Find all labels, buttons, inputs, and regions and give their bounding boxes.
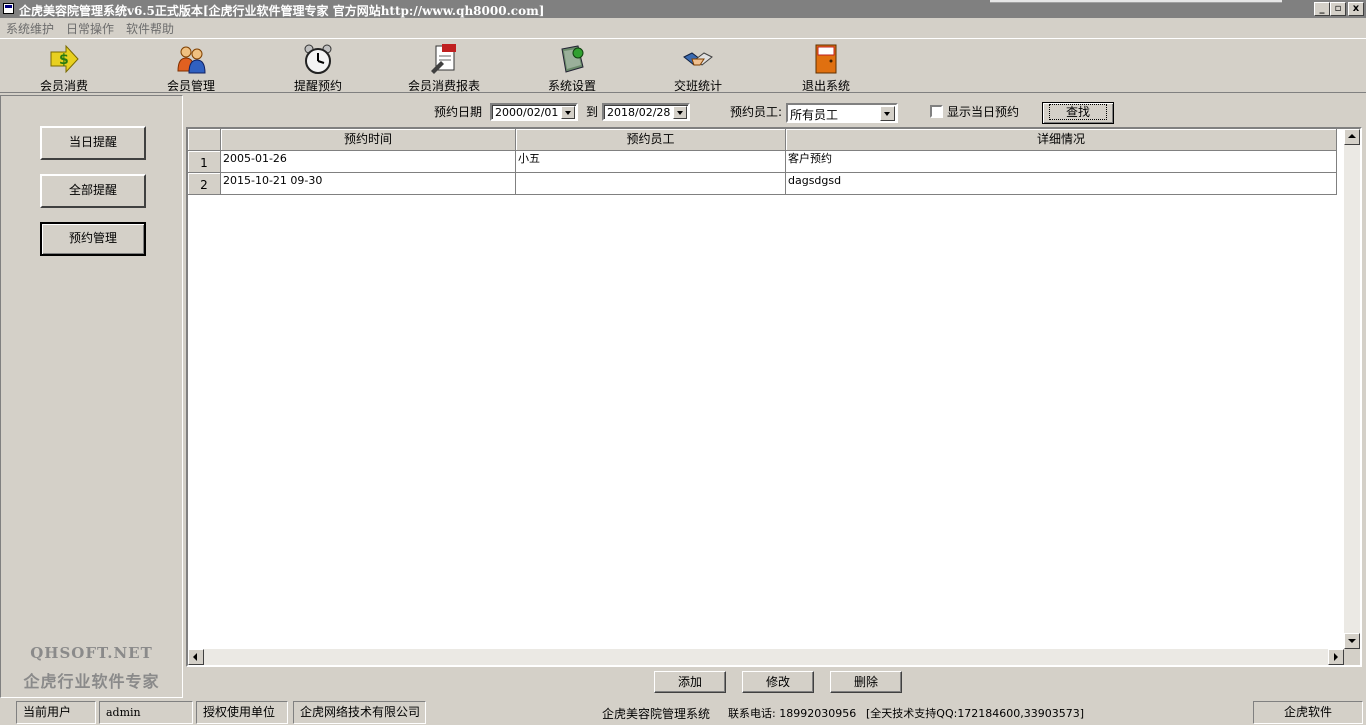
add-button[interactable]: 添加 [654,671,726,693]
row-number: 2 [188,173,221,195]
show-today-checkbox[interactable] [930,105,943,118]
toolbar-label: 会员消费 [39,79,88,93]
members-icon [177,46,206,74]
close-button[interactable]: x [1348,2,1364,16]
column-header-staff[interactable]: 预约员工 [516,129,786,151]
appointment-table[interactable]: 预约时间 预约员工 详细情况 1 2005-01-26 小五 客户预约 2 20… [186,127,1362,667]
row-header-corner [188,129,221,151]
toolbar-label: 系统设置 [547,79,596,93]
edit-button[interactable]: 修改 [742,671,814,693]
sidebar: 当日提醒 全部提醒 预约管理 QHSOFT.NET 企虎行业软件专家 [0,95,183,698]
show-today-label: 显示当日预约 [947,105,1020,119]
find-button[interactable]: 查找 [1042,102,1114,124]
all-reminder-button[interactable]: 全部提醒 [40,174,146,208]
brand-domain: QHSOFT.NET [30,644,153,662]
report-icon [431,44,456,74]
appointment-manage-button[interactable]: 预约管理 [40,222,146,256]
cell-detail[interactable]: 客户预约 [786,151,1337,173]
restore-button[interactable]: ▫ [1330,2,1346,16]
column-header-time[interactable]: 预约时间 [221,129,516,151]
date-from-value: 2000/02/01 [495,106,559,119]
toolbar-label: 会员消费报表 [407,79,480,93]
date-from-picker[interactable]: 2000/02/01 [490,103,578,121]
dollar-arrow-icon: $ [50,44,79,74]
date-label: 预约日期 [434,105,483,119]
toolbar-consume-report[interactable]: 会员消费报表 [394,41,494,93]
staff-select[interactable]: 所有员工 [786,103,898,123]
toolbar-label: 提醒预约 [293,79,342,93]
settings-icon [561,45,584,73]
cell-staff[interactable] [516,173,786,195]
menu-daily-operations[interactable]: 日常操作 [66,20,114,37]
menu-system-maintenance[interactable]: 系统维护 [6,20,54,37]
find-button-label: 查找 [1048,104,1107,120]
brand-slogan: 企虎行业软件专家 [23,672,160,691]
scroll-up-icon[interactable] [1344,129,1360,145]
toolbar-label: 退出系统 [801,79,850,93]
scroll-right-icon[interactable] [1328,649,1344,665]
staff-select-value: 所有员工 [790,108,839,122]
toolbar-member-consume[interactable]: $ 会员消费 [14,41,114,93]
cell-time[interactable]: 2005-01-26 [221,151,516,173]
tech-support: [全天技术支持QQ:172184600,33903573] [866,707,1085,720]
horizontal-scrollbar[interactable] [188,649,1344,665]
scrollbar-corner [1344,649,1360,665]
current-user-value: admin [99,701,193,724]
cell-time[interactable]: 2015-10-21 09-30 [221,173,516,195]
table-row[interactable]: 2 2015-10-21 09-30 dagsdgsd [188,173,1337,195]
table-header: 预约时间 预约员工 详细情况 [188,129,1337,151]
system-name: 企虎美容院管理系统 [602,707,711,721]
current-user-label: 当前用户 [16,701,96,724]
window-controls: _ ▫ x [1314,2,1364,16]
staff-label: 预约员工: [730,105,783,119]
toolbar-system-settings[interactable]: 系统设置 [522,41,622,93]
table-row[interactable]: 1 2005-01-26 小五 客户预约 [188,151,1337,173]
toolbar-reminder[interactable]: 提醒预约 [268,41,368,93]
chevron-down-icon[interactable] [880,106,895,121]
svg-text:$: $ [59,52,69,68]
column-header-detail[interactable]: 详细情况 [786,129,1337,151]
contact-phone: 联系电话: 18992030956 [728,707,857,720]
toolbar-label: 交班统计 [673,79,722,93]
title-bar: 企虎美容院管理系统v6.5正式版本[企虎行业软件管理专家 官方网站http://… [0,0,1366,18]
menu-help[interactable]: 软件帮助 [126,20,174,37]
handshake-icon [683,52,713,66]
exit-door-icon [815,44,837,74]
filter-bar: 预约日期 2000/02/01 到 2018/02/28 预约员工: 所有员工 … [185,96,1365,126]
toolbar-exit[interactable]: 退出系统 [776,41,876,93]
date-to-picker[interactable]: 2018/02/28 [602,103,690,121]
toolbar-label: 会员管理 [166,79,215,93]
row-number: 1 [188,151,221,173]
date-to-value: 2018/02/28 [607,106,671,119]
delete-button[interactable]: 删除 [830,671,902,693]
scroll-left-icon[interactable] [188,649,204,665]
overlay-strip [990,0,1282,3]
minimize-button[interactable]: _ [1314,2,1330,16]
vendor-label: 企虎软件 [1253,701,1363,724]
toolbar-shift-stats[interactable]: 交班统计 [648,41,748,93]
cell-staff[interactable]: 小五 [516,151,786,173]
to-label: 到 [586,105,599,119]
chevron-down-icon[interactable] [673,106,687,119]
menu-bar: 系统维护 日常操作 软件帮助 [0,18,1366,38]
today-reminder-button[interactable]: 当日提醒 [40,126,146,160]
alarm-clock-icon [304,44,332,74]
scroll-down-icon[interactable] [1344,633,1360,649]
toolbar-member-manage[interactable]: 会员管理 [141,41,241,93]
vertical-scrollbar[interactable] [1344,129,1360,649]
main-toolbar: $ 会员消费 会员管理 提醒预约 会员消费报表 系统设置 交班统计 退出系统 [0,38,1366,93]
chevron-down-icon[interactable] [561,106,575,119]
status-bar: 当前用户 admin 授权使用单位 企虎网络技术有限公司 企虎美容院管理系统 联… [0,699,1366,725]
license-label: 授权使用单位 [196,701,288,724]
license-value: 企虎网络技术有限公司 [293,701,426,724]
window-title: 企虎美容院管理系统v6.5正式版本[企虎行业软件管理专家 官方网站http://… [19,4,545,18]
cell-detail[interactable]: dagsdgsd [786,173,1337,195]
app-icon[interactable] [3,3,14,14]
